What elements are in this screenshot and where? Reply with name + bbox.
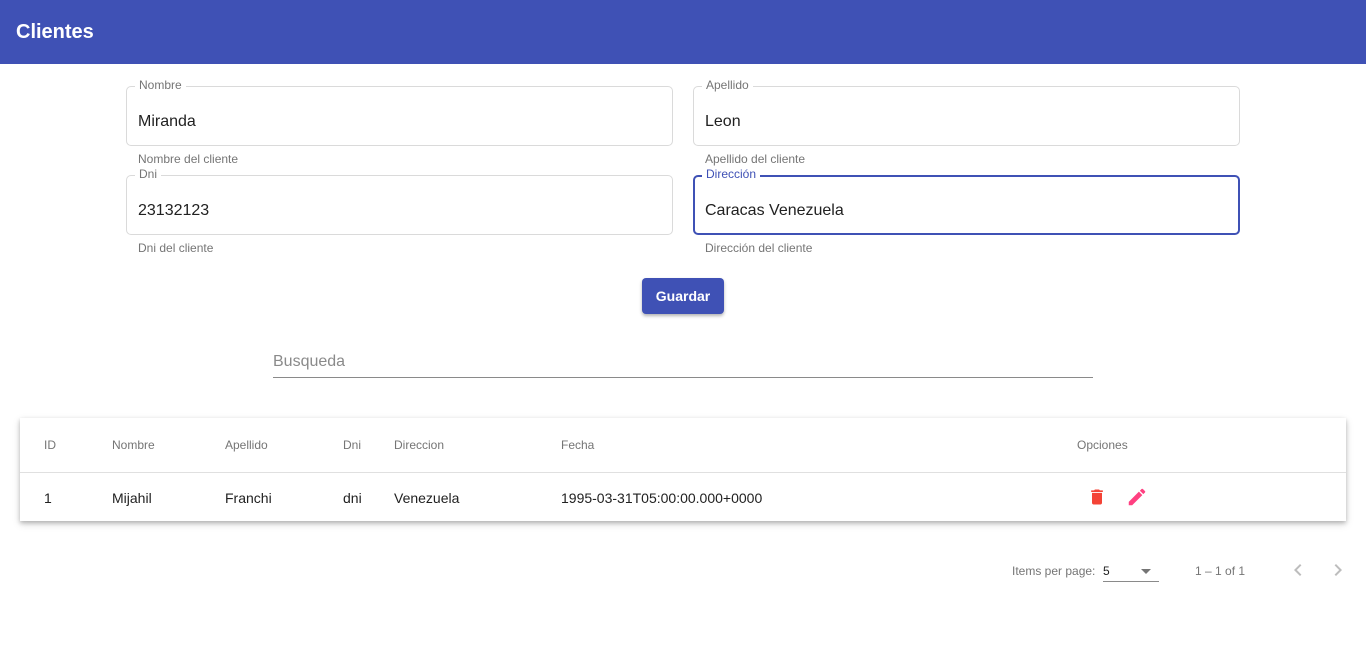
nombre-field[interactable]: Nombre [126,78,673,146]
direccion-input[interactable] [705,200,1226,222]
column-header-direccion[interactable]: Direccion [394,438,444,452]
edit-button[interactable] [1124,484,1150,510]
column-header-apellido[interactable]: Apellido [225,438,268,452]
page-size-select[interactable]: 5 [1103,560,1159,582]
cell-id: 1 [44,490,52,506]
page-range-label: 1 – 1 of 1 [1195,564,1246,578]
table-row: 1 Mijahil Franchi dni Venezuela 1995-03-… [20,474,1346,521]
direccion-label: Dirección [702,167,761,181]
nombre-input[interactable] [138,111,661,133]
dni-label: Dni [135,167,162,181]
app-toolbar: Clientes [0,0,1366,64]
items-per-page-label: Items per page: [1012,564,1096,578]
column-header-id[interactable]: ID [44,438,56,452]
apellido-input[interactable] [705,111,1228,133]
cell-nombre: Mijahil [112,490,152,506]
clients-table: ID Nombre Apellido Dni Direccion Fecha O… [20,418,1346,521]
page-size-value: 5 [1103,564,1110,578]
cell-direccion: Venezuela [394,490,460,506]
chevron-down-icon [1141,569,1151,574]
dni-hint: Dni del cliente [138,241,214,255]
cell-fecha: 1995-03-31T05:00:00.000+0000 [561,490,763,506]
apellido-field[interactable]: Apellido [693,78,1240,146]
search-input[interactable] [273,352,1093,372]
delete-button[interactable] [1084,484,1110,510]
direccion-field[interactable]: Dirección [693,167,1240,235]
apellido-hint: Apellido del cliente [705,152,806,166]
edit-icon [1128,488,1146,506]
nombre-label: Nombre [135,78,186,92]
chevron-left-icon [1294,564,1302,576]
paginator: Items per page: 5 1 – 1 of 1 [0,548,1366,592]
cell-dni: dni [343,490,362,506]
dni-field[interactable]: Dni [126,167,673,235]
direccion-hint: Dirección del cliente [705,241,813,255]
nombre-hint: Nombre del cliente [138,152,239,166]
save-button[interactable]: Guardar [642,278,724,314]
apellido-label: Apellido [702,78,753,92]
delete-icon [1091,489,1103,505]
next-page-button[interactable] [1326,558,1350,582]
chevron-right-icon [1334,564,1342,576]
table-header: ID Nombre Apellido Dni Direccion Fecha O… [20,418,1346,473]
page-title: Clientes [16,21,94,43]
column-header-opciones: Opciones [1077,438,1128,452]
column-header-fecha[interactable]: Fecha [561,438,594,452]
column-header-nombre[interactable]: Nombre [112,438,155,452]
search-field[interactable] [273,344,1093,378]
column-header-dni[interactable]: Dni [343,438,361,452]
cell-apellido: Franchi [225,490,272,506]
previous-page-button[interactable] [1286,558,1310,582]
dni-input[interactable] [138,200,661,222]
